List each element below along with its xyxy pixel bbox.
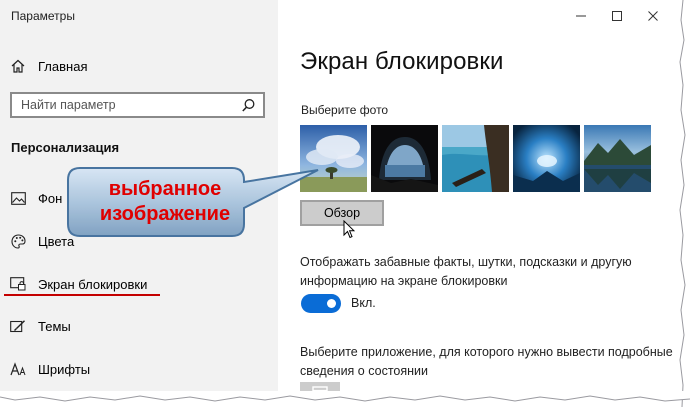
sidebar-item-lock-screen[interactable]: Экран блокировки xyxy=(10,272,265,296)
annotation-text: выбранное изображение xyxy=(80,177,250,227)
mouse-cursor-icon xyxy=(343,220,355,239)
toggle-knob xyxy=(327,299,336,308)
annotation-line-2: изображение xyxy=(99,203,231,225)
section-heading: Персонализация xyxy=(11,140,120,155)
nav-home[interactable]: Главная xyxy=(10,54,260,78)
nav-home-label: Главная xyxy=(38,58,88,74)
browse-button[interactable]: Обзор xyxy=(300,200,384,226)
window-controls xyxy=(563,2,671,30)
close-button[interactable] xyxy=(635,2,671,30)
lock-screen-icon xyxy=(10,276,26,292)
palette-icon xyxy=(10,233,26,249)
search-icon[interactable] xyxy=(241,98,256,113)
torn-edge-bottom xyxy=(0,391,690,402)
themes-icon xyxy=(10,318,26,334)
minimize-button[interactable] xyxy=(563,2,599,30)
minimize-icon xyxy=(576,15,586,17)
main-content: Экран блокировки Выберите фото Обзор Ото… xyxy=(278,0,677,393)
sidebar-item-label: Цвета xyxy=(38,233,75,249)
search-box[interactable] xyxy=(10,92,265,118)
active-item-underline xyxy=(4,294,160,296)
sidebar-item-label: Фон xyxy=(38,190,63,206)
photo-thumbnail-sky[interactable] xyxy=(300,125,367,192)
close-icon xyxy=(648,11,658,21)
facts-toggle[interactable] xyxy=(301,294,341,313)
sidebar-item-fonts[interactable]: Шрифты xyxy=(10,357,265,381)
window-title: Параметры xyxy=(11,9,75,23)
screenshot-frame: Параметры Главная Персонализация Фон Цв xyxy=(0,0,690,407)
photo-thumbnails xyxy=(300,125,651,192)
maximize-icon xyxy=(612,11,622,21)
torn-edge-right xyxy=(674,0,686,407)
maximize-button[interactable] xyxy=(599,2,635,30)
sidebar-item-themes[interactable]: Темы xyxy=(10,314,265,338)
annotation-line-1: выбранное xyxy=(108,178,222,200)
photo-thumbnail-ice[interactable] xyxy=(513,125,580,192)
photo-thumbnail-lake[interactable] xyxy=(584,125,651,192)
sidebar-item-label: Шрифты xyxy=(38,361,91,377)
home-icon xyxy=(10,58,26,74)
picture-icon xyxy=(10,190,26,206)
fonts-icon xyxy=(10,361,26,377)
choose-photo-label: Выберите фото xyxy=(301,103,389,117)
photo-thumbnail-cave[interactable] xyxy=(371,125,438,192)
page-title: Экран блокировки xyxy=(300,48,504,75)
sidebar-item-colors[interactable]: Цвета xyxy=(10,229,265,253)
sidebar-item-label: Экран блокировки xyxy=(38,276,148,292)
app-status-label: Выберите приложение, для которого нужно … xyxy=(300,345,673,378)
photo-thumbnail-sea[interactable] xyxy=(442,125,509,192)
sidebar-item-label: Темы xyxy=(38,318,71,334)
search-input[interactable] xyxy=(12,97,233,113)
toggle-state-label: Вкл. xyxy=(351,296,376,310)
facts-setting-label: Отображать забавные факты, шутки, подска… xyxy=(300,255,632,288)
